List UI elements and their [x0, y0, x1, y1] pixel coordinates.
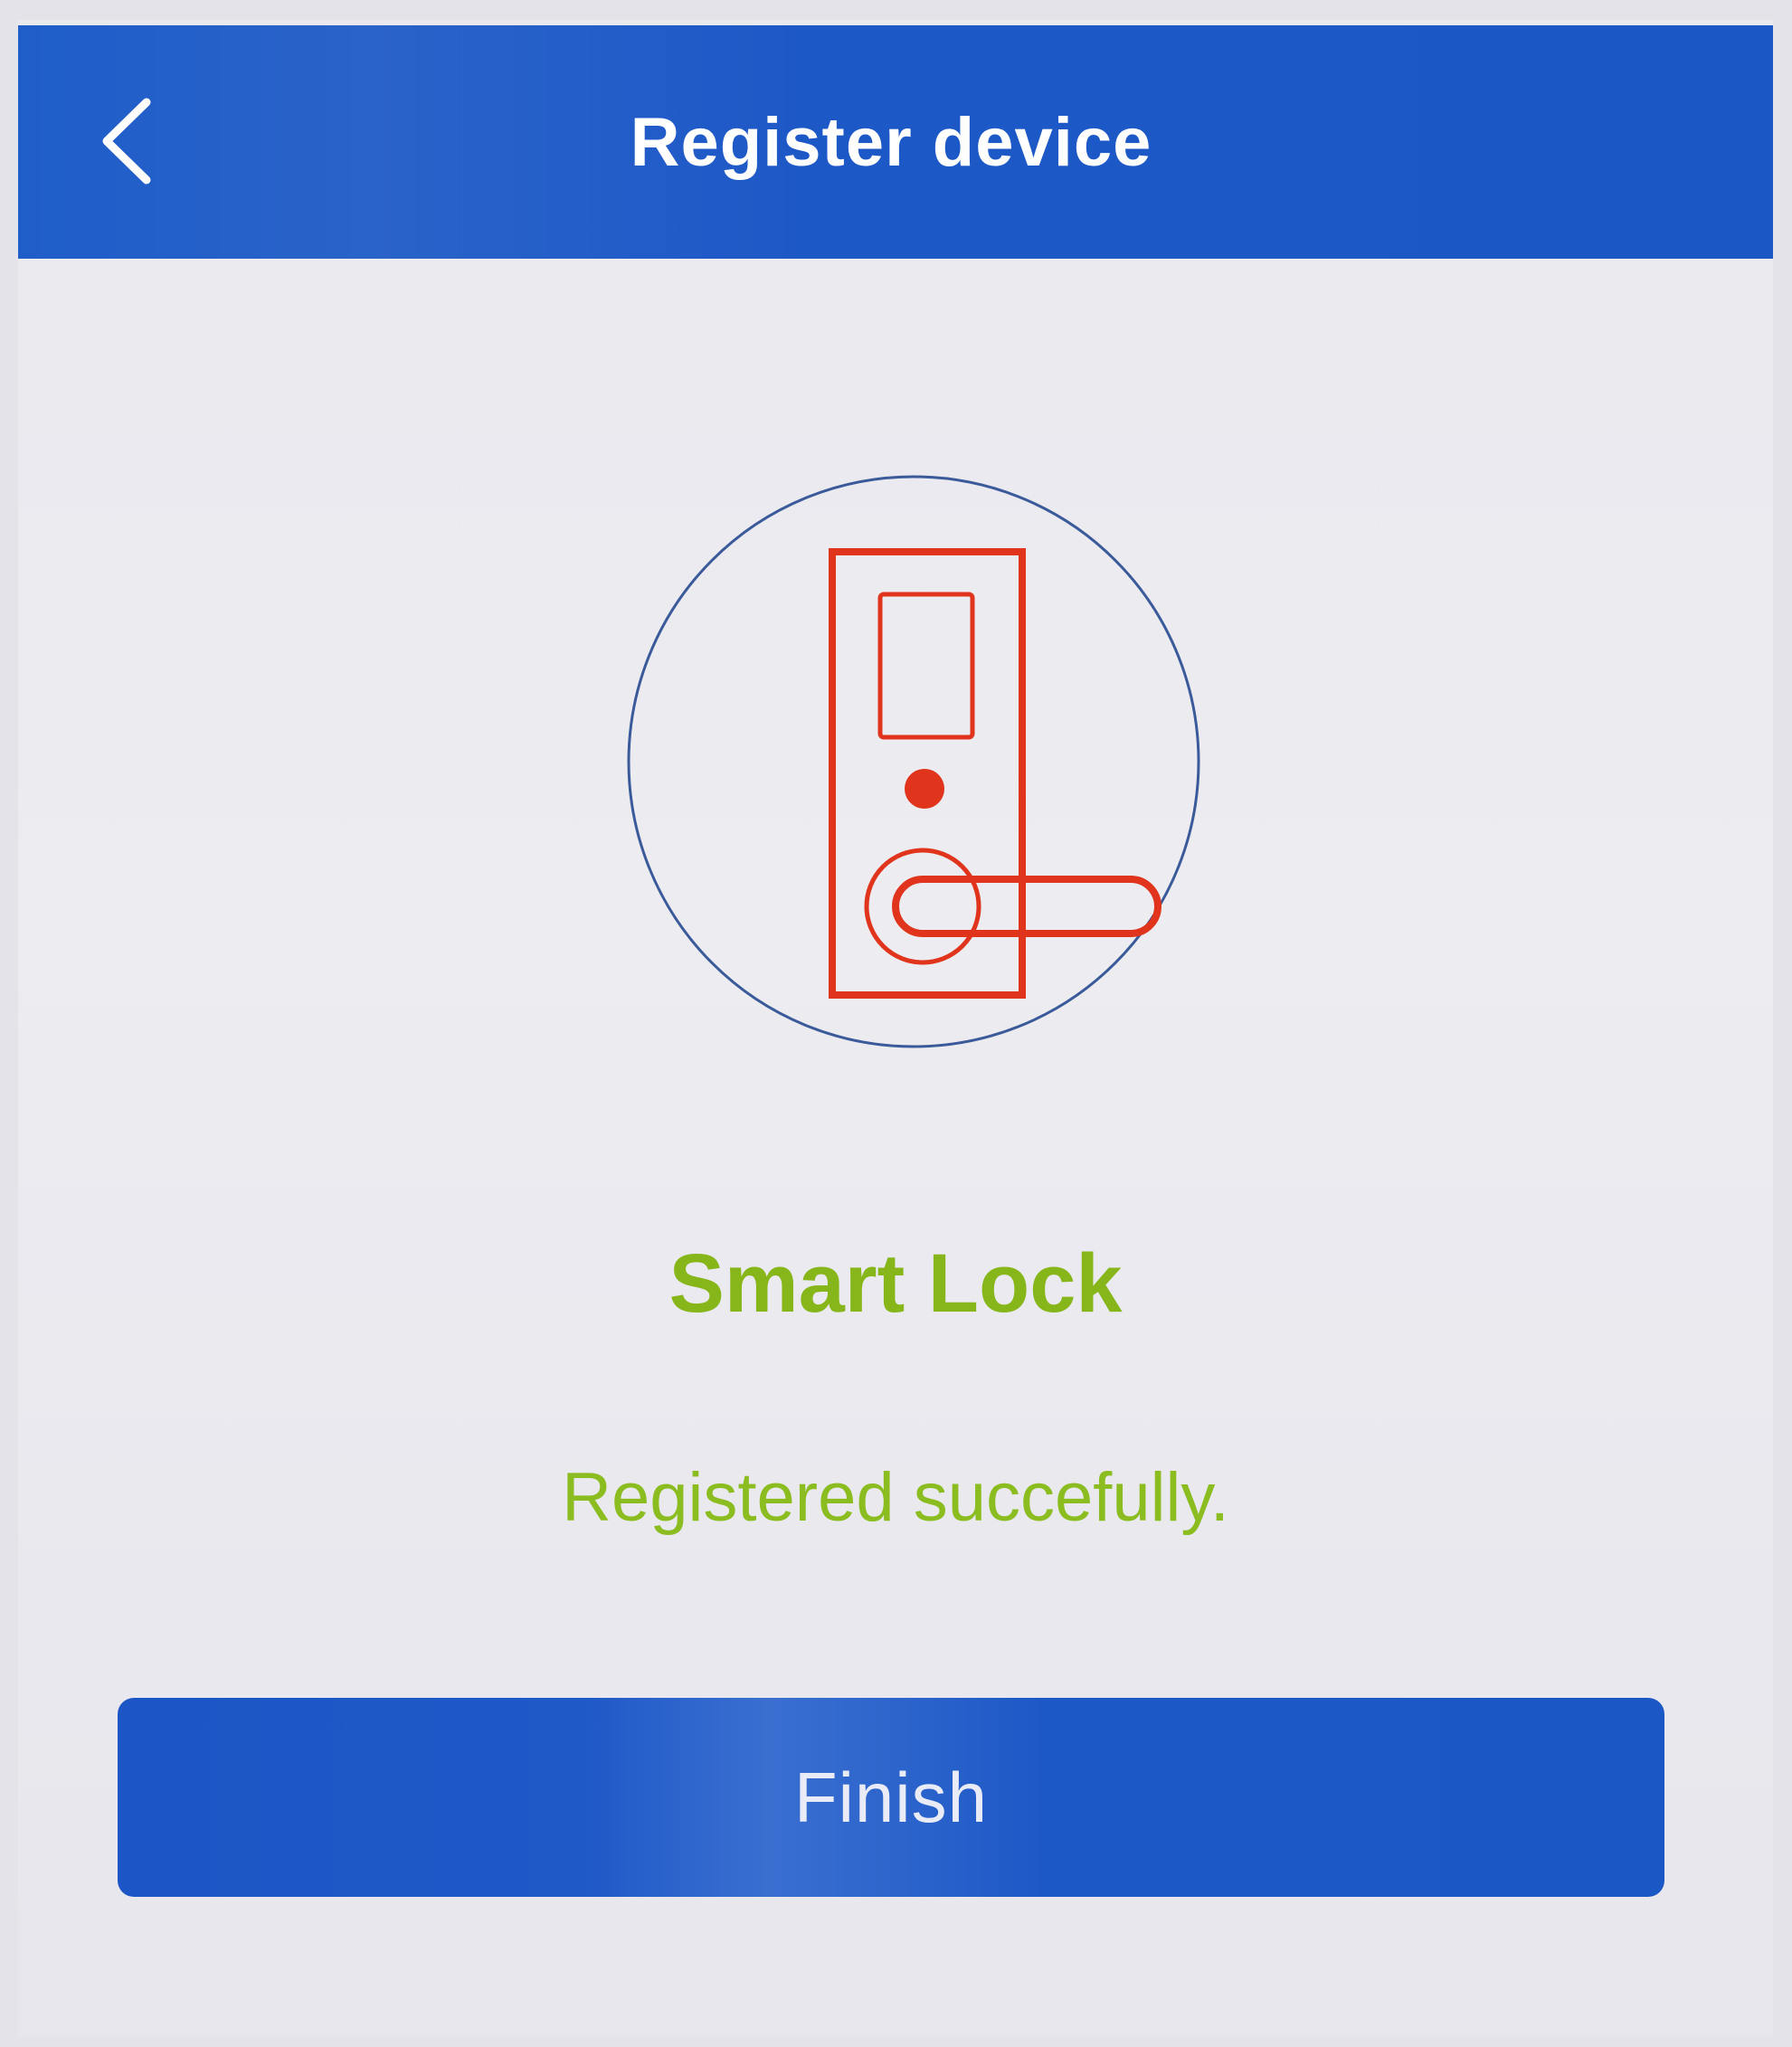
lock-lever — [892, 876, 1161, 937]
app-bar: Register device — [18, 25, 1773, 259]
smart-lock-icon — [627, 475, 1200, 1048]
lock-keypad — [877, 592, 975, 740]
finish-button-label: Finish — [793, 1757, 989, 1837]
back-button[interactable] — [72, 78, 181, 204]
finish-button[interactable]: Finish — [118, 1698, 1664, 1897]
registration-status: Registered succefully. — [562, 1459, 1229, 1536]
chevron-left-icon — [102, 98, 151, 185]
device-name: Smart Lock — [668, 1237, 1123, 1330]
register-device-screen: Register device Smart Lock Registered su… — [18, 20, 1773, 2037]
lock-indicator-dot — [905, 769, 944, 809]
lock-handle-rose — [864, 848, 981, 965]
page-title: Register device — [630, 103, 1152, 181]
